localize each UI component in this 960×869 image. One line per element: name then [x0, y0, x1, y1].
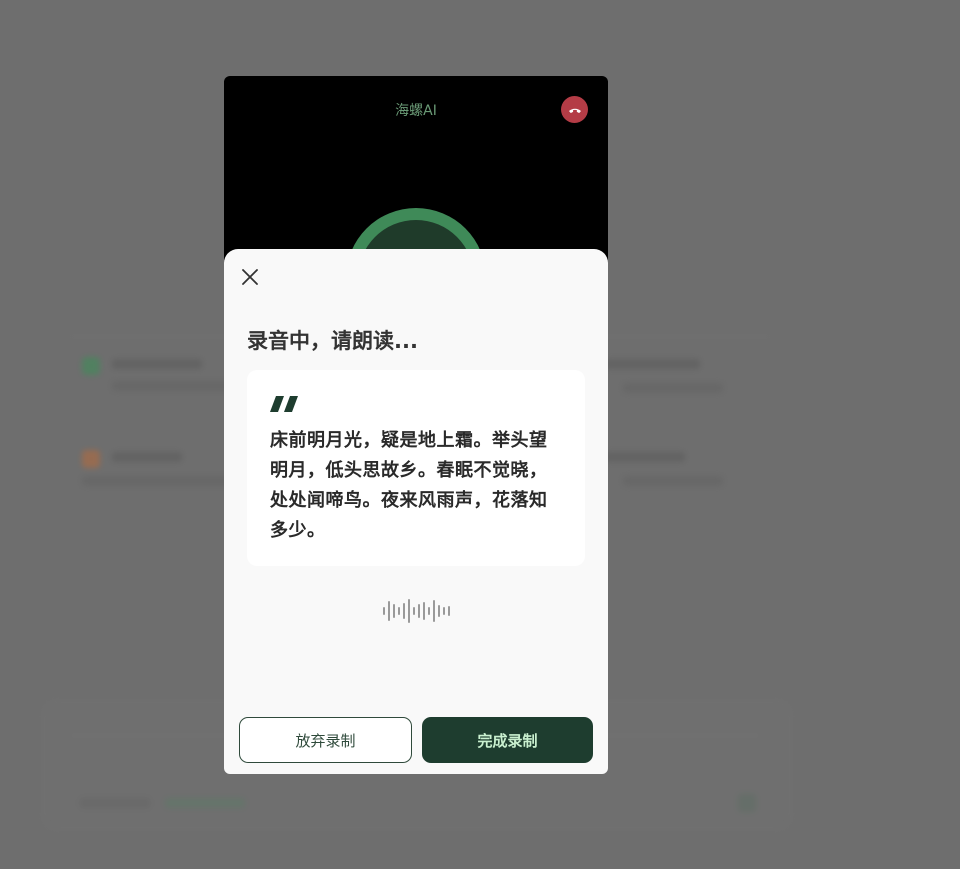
poem-card: 床前明月光，疑是地上霜。举头望明月，低头思故乡。春眠不觉晓，处处闻啼鸟。夜来风雨…: [247, 370, 585, 566]
discard-recording-button[interactable]: 放弃录制: [239, 717, 412, 763]
quote-icon: [270, 396, 300, 416]
recording-sheet: 录音中，请朗读... 床前明月光，疑是地上霜。举头望明月，低头思故乡。春眠不觉晓…: [224, 249, 608, 774]
background-item: [165, 798, 245, 808]
call-title: 海螺AI: [395, 103, 437, 119]
waveform-icon: [383, 599, 450, 623]
background-item: [82, 355, 242, 395]
poem-text: 床前明月光，疑是地上霜。举头望明月，低头思故乡。春眠不觉晓，处处闻啼鸟。夜来风雨…: [270, 430, 548, 541]
close-button[interactable]: [238, 265, 262, 289]
finish-recording-button[interactable]: 完成录制: [422, 717, 593, 763]
close-icon: [242, 269, 258, 285]
background-item: [80, 798, 150, 808]
phone-hangup-icon: [568, 108, 581, 113]
background-item: [82, 448, 242, 488]
hangup-button[interactable]: [561, 96, 588, 123]
background-item: [605, 355, 765, 395]
background-item: [738, 794, 756, 812]
recording-title: 录音中，请朗读...: [247, 329, 418, 353]
background-item: [605, 448, 765, 488]
